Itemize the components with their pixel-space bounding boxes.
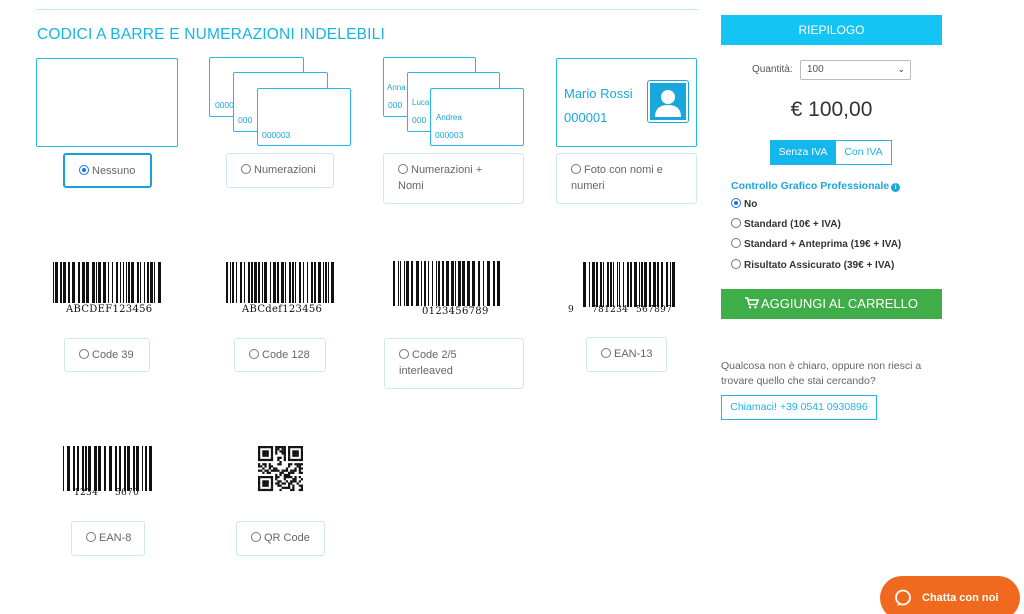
- chat-button[interactable]: Chatta con noi: [880, 576, 1020, 614]
- code25-barcode-image: [393, 261, 500, 306]
- card-number: 000003: [262, 130, 291, 140]
- option-numerazioni[interactable]: Numerazioni: [226, 153, 334, 188]
- cg-option-assicurato[interactable]: Risultato Assicurato (39€ + IVA): [731, 259, 894, 271]
- radio-icon[interactable]: [399, 349, 409, 359]
- tab-con-iva[interactable]: Con IVA: [835, 140, 892, 165]
- radio-icon[interactable]: [79, 165, 89, 175]
- option-foto[interactable]: Foto con nomi e numeri: [556, 153, 697, 204]
- option-label: Numerazioni +: [411, 164, 483, 176]
- option-label: EAN-8: [99, 532, 132, 544]
- top-divider: [36, 9, 698, 10]
- option-code39[interactable]: Code 39: [64, 338, 150, 372]
- radio-icon[interactable]: [86, 532, 96, 542]
- option-label: interleaved: [399, 365, 453, 377]
- preview-foto: Mario Rossi 000001: [556, 58, 697, 147]
- radio-icon[interactable]: [601, 348, 611, 358]
- card-name: Mario Rossi: [564, 86, 633, 101]
- option-ean8[interactable]: EAN-8: [71, 521, 145, 556]
- help-text: Qualcosa non è chiaro, oppure non riesci…: [721, 359, 951, 389]
- card-number: 0000: [215, 100, 234, 110]
- option-label: Foto con nomi e: [584, 164, 663, 176]
- cg-option-label: Standard + Anteprima (19€ + IVA): [744, 239, 902, 250]
- radio-icon[interactable]: [731, 198, 741, 208]
- option-label: Code 2/5: [412, 349, 457, 361]
- option-label: QR Code: [264, 532, 310, 544]
- code25-barcode-text: 0123456789: [422, 306, 489, 317]
- card-number: 000001: [564, 110, 608, 125]
- ean8-barcode-text-a: 1234: [74, 488, 99, 498]
- card-number: 000: [238, 115, 253, 125]
- cg-option-label: Risultato Assicurato (39€ + IVA): [744, 260, 895, 271]
- ean13-barcode-text-c: 567897: [636, 305, 673, 315]
- option-label: Nessuno: [92, 165, 136, 177]
- option-qr[interactable]: QR Code: [236, 521, 325, 556]
- cg-option-anteprima[interactable]: Standard + Anteprima (19€ + IVA): [731, 238, 901, 250]
- call-button[interactable]: Chiamaci! +39 0541 0930896: [721, 395, 877, 420]
- chevron-down-icon: ⌄: [897, 64, 905, 74]
- option-ean13[interactable]: EAN-13: [586, 337, 667, 372]
- card-name: Andrea: [436, 113, 462, 122]
- help-text-line: Qualcosa non è chiaro, oppure non riesci…: [721, 360, 922, 372]
- code39-barcode-text: ABCDEF123456: [66, 304, 153, 315]
- code39-barcode-image: [53, 262, 161, 303]
- option-label: numeri: [571, 180, 605, 192]
- ean13-barcode-text-a: 9: [568, 305, 575, 315]
- card-number: 000003: [435, 130, 464, 140]
- controllo-grafico-title: Controllo Grafico Professionale i: [731, 180, 901, 192]
- help-text-line: trovare quello che stai cercando?: [721, 375, 876, 387]
- radio-icon[interactable]: [241, 164, 251, 174]
- add-to-cart-label: AGGIUNGI AL CARRELLO: [760, 296, 918, 311]
- card-number: 000: [388, 100, 403, 110]
- info-icon[interactable]: i: [891, 183, 901, 192]
- option-label: Code 128: [262, 349, 310, 361]
- price: € 100,00: [790, 98, 873, 121]
- radio-icon[interactable]: [731, 238, 741, 248]
- radio-icon[interactable]: [398, 164, 408, 174]
- cg-option-label: No: [744, 199, 758, 210]
- radio-icon[interactable]: [251, 532, 261, 542]
- radio-icon[interactable]: [731, 218, 741, 228]
- code128-barcode-image: [226, 262, 334, 303]
- option-label: EAN-13: [614, 348, 653, 360]
- ean8-barcode-text-b: 5670: [115, 488, 140, 498]
- ean8-barcode-image: [63, 446, 152, 491]
- option-numerazioni-nomi[interactable]: Numerazioni + Nomi: [383, 153, 524, 204]
- option-code128[interactable]: Code 128: [234, 338, 326, 372]
- add-to-cart-button[interactable]: AGGIUNGI AL CARRELLO: [721, 289, 942, 319]
- quantity-select[interactable]: 100 ⌄: [800, 60, 911, 80]
- chat-bubble-icon: [895, 589, 911, 606]
- option-label: Nomi: [398, 180, 424, 192]
- ean13-barcode-image: [583, 262, 675, 307]
- option-label: Code 39: [92, 349, 134, 361]
- option-nessuno[interactable]: Nessuno: [63, 153, 152, 188]
- radio-icon[interactable]: [79, 349, 89, 359]
- radio-icon[interactable]: [571, 164, 581, 174]
- quantity-value: 100: [807, 64, 824, 75]
- section-title: CODICI A BARRE E NUMERAZIONI INDELEBILI: [37, 26, 386, 43]
- qr-code-image: [258, 446, 303, 492]
- summary-title: RIEPILOGO: [721, 15, 942, 45]
- code128-barcode-text: ABCdef123456: [242, 304, 323, 315]
- chat-label: Chatta con noi: [922, 592, 999, 604]
- radio-icon[interactable]: [731, 259, 741, 269]
- cg-option-no[interactable]: No: [731, 198, 757, 210]
- user-silhouette-icon: [647, 80, 689, 123]
- cg-option-standard[interactable]: Standard (10€ + IVA): [731, 218, 841, 230]
- shopping-cart-icon: [744, 297, 760, 309]
- card-name: Luca: [412, 98, 430, 107]
- card-name: Anna: [387, 83, 406, 92]
- cg-option-label: Standard (10€ + IVA): [744, 219, 841, 230]
- quantity-label: Quantità:: [752, 64, 793, 75]
- option-code25[interactable]: Code 2/5 interleaved: [384, 338, 524, 389]
- card-number: 000: [412, 115, 427, 125]
- controllo-grafico-label: Controllo Grafico Professionale: [731, 180, 890, 192]
- option-label: Numerazioni: [254, 164, 316, 176]
- preview-nessuno: [36, 58, 178, 147]
- tab-senza-iva[interactable]: Senza IVA: [770, 140, 836, 165]
- ean13-barcode-text-b: 781234: [592, 305, 629, 315]
- radio-icon[interactable]: [249, 349, 259, 359]
